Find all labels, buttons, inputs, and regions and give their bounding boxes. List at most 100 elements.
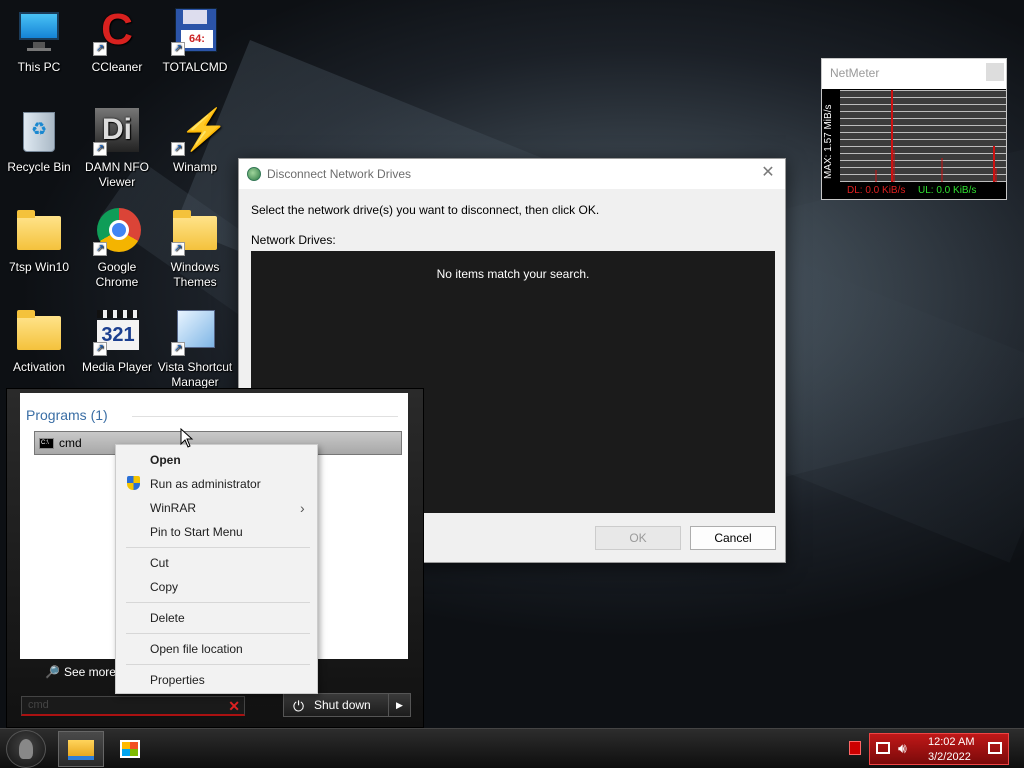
desktop-icon-7tsp-win10[interactable]: 7tsp Win10 <box>0 208 78 275</box>
netmeter-close-button[interactable] <box>986 63 1004 81</box>
volume-icon[interactable]: 🔊︎ <box>898 740 907 757</box>
menu-separator <box>126 602 310 603</box>
dialog-titlebar[interactable]: Disconnect Network Drives ✕ <box>239 159 785 189</box>
store-button[interactable] <box>110 731 150 767</box>
shortcut-arrow-icon: ↗ <box>93 142 107 156</box>
menu-item-properties[interactable]: Properties <box>150 670 205 690</box>
desktop-icon-label: Media Player <box>81 360 153 374</box>
file-explorer-icon <box>68 740 94 760</box>
desktop-icon-damn-nfo-viewer[interactable]: Di ↗ DAMN NFO Viewer <box>78 108 156 190</box>
shortcut-arrow-icon: ↗ <box>93 342 107 356</box>
network-icon[interactable] <box>876 742 890 754</box>
cancel-button[interactable]: Cancel <box>690 526 776 550</box>
desktop-icon-label: Activation <box>12 360 66 374</box>
taskbar: 🔊︎ 12:02 AM 3/2/2022 <box>0 728 1024 768</box>
menu-item-open[interactable]: Open <box>150 450 181 470</box>
desktop-icon-media-player[interactable]: 321 ↗ Media Player <box>78 308 156 375</box>
system-tray: 🔊︎ 12:02 AM 3/2/2022 <box>869 733 1009 765</box>
empty-list-text: No items match your search. <box>436 267 590 281</box>
desktop-icon-google-chrome[interactable]: ↗ Google Chrome <box>78 208 156 290</box>
shortcut-arrow-icon: ↗ <box>93 42 107 56</box>
chrome-icon: ↗ <box>93 208 141 256</box>
mouse-cursor-icon <box>180 428 194 448</box>
store-icon <box>120 740 140 758</box>
start-button[interactable] <box>6 730 46 768</box>
dialog-close-button[interactable]: ✕ <box>759 164 777 182</box>
dialog-title: Disconnect Network Drives <box>267 167 412 181</box>
shortcut-arrow-icon: ↗ <box>171 342 185 356</box>
folder-icon <box>15 308 63 356</box>
desktop-icon-ccleaner[interactable]: C ↗ CCleaner <box>78 8 156 75</box>
winamp-icon: ⚡ ↗ <box>171 108 229 156</box>
menu-separator <box>126 633 310 634</box>
shortcut-arrow-icon: ↗ <box>93 242 107 256</box>
desktop-icon-this-pc[interactable]: This PC <box>0 8 78 75</box>
clock-date[interactable]: 3/2/2022 <box>928 751 971 763</box>
desktop-icon-label: Winamp <box>172 160 217 174</box>
desktop-icon-label: TOTALCMD <box>162 60 228 74</box>
desktop-icon-label: Vista Shortcut Manager <box>157 360 233 389</box>
shortcut-arrow-icon: ↗ <box>171 142 185 156</box>
menu-item-run-as-administrator[interactable]: Run as administrator <box>150 474 261 494</box>
submenu-arrow-icon: › <box>300 500 305 516</box>
cmd-icon-text: C:\ <box>41 440 49 446</box>
desktop-icon-vista-shortcut-manager[interactable]: ↗ Vista Shortcut Manager <box>156 308 234 390</box>
nfo-viewer-icon: Di ↗ <box>93 108 141 156</box>
shut-down-button[interactable]: ⏻ Shut down ▶ <box>283 693 411 717</box>
netmeter-widget[interactable]: NetMeter MAX: 1.57 MiB/s DL: 0.0 KiB/s U… <box>821 58 1007 200</box>
desktop-icon-label: Windows Themes <box>170 260 220 289</box>
cmd-icon: C:\ <box>39 438 54 449</box>
media-player-icon: 321 ↗ <box>93 308 141 356</box>
menu-item-cut[interactable]: Cut <box>150 553 169 573</box>
search-input-value: cmd <box>28 699 49 711</box>
clock-time[interactable]: 12:02 AM <box>928 736 974 748</box>
shut-down-label: Shut down <box>314 698 371 712</box>
desktop-icon-windows-themes[interactable]: ↗ Windows Themes <box>156 208 234 290</box>
netmeter-graph <box>840 90 1006 182</box>
desktop-icon-label: Google Chrome <box>95 260 139 289</box>
menu-separator <box>126 664 310 665</box>
desktop-icon-label: CCleaner <box>91 60 143 74</box>
desktop-icon-label: This PC <box>17 60 61 74</box>
folder-icon <box>15 208 63 256</box>
shut-down-options-arrow[interactable]: ▶ <box>388 694 410 716</box>
power-icon: ⏻ <box>293 698 305 714</box>
search-icon: 🔎 <box>45 665 60 679</box>
menu-item-open-file-location[interactable]: Open file location <box>150 639 243 659</box>
desktop-icon-winamp[interactable]: ⚡ ↗ Winamp <box>156 108 234 175</box>
file-explorer-button[interactable] <box>58 731 104 767</box>
ccleaner-icon: C ↗ <box>93 8 141 56</box>
desktop-icon-label: Recycle Bin <box>7 160 71 174</box>
notification-flag-icon[interactable] <box>849 741 861 755</box>
desktop-icon-label: 7tsp Win10 <box>8 260 70 274</box>
clear-search-icon[interactable]: ✕ <box>228 698 240 715</box>
menu-item-delete[interactable]: Delete <box>150 608 185 628</box>
menu-item-pin-to-start-menu[interactable]: Pin to Start Menu <box>150 522 243 542</box>
netmeter-titlebar[interactable]: NetMeter <box>822 59 1006 89</box>
netmeter-traffic-lines <box>875 90 997 182</box>
ok-button[interactable]: OK <box>595 526 681 550</box>
folder-icon: ↗ <box>171 208 219 256</box>
desktop-icon-label: DAMN NFO Viewer <box>85 160 149 189</box>
menu-item-copy[interactable]: Copy <box>150 577 178 597</box>
desktop-icon-totalcmd[interactable]: 64: ↗ TOTALCMD <box>156 8 234 75</box>
network-drives-label: Network Drives: <box>251 233 336 247</box>
desktop-icon-activation[interactable]: Activation <box>0 308 78 375</box>
start-search-input[interactable]: cmd ✕ <box>21 696 245 716</box>
search-result-label: cmd <box>59 436 82 450</box>
desktop-icon-recycle-bin[interactable]: ♻ Recycle Bin <box>0 108 78 175</box>
netmeter-download: DL: 0.0 KiB/s <box>847 185 906 196</box>
programs-section-header: Programs (1) <box>26 407 108 423</box>
menu-item-winrar[interactable]: WinRAR <box>150 498 196 518</box>
netmeter-title: NetMeter <box>830 66 880 80</box>
action-center-icon[interactable] <box>988 742 1002 754</box>
netmeter-upload: UL: 0.0 KiB/s <box>918 185 977 196</box>
computer-icon <box>15 8 63 56</box>
shortcut-arrow-icon: ↗ <box>171 42 185 56</box>
totalcmd-badge: 64: <box>181 30 213 48</box>
netmeter-max-label: MAX: 1.57 MiB/s <box>823 104 834 179</box>
recycle-bin-icon: ♻ <box>15 108 63 156</box>
section-divider <box>132 416 398 417</box>
start-orb-icon <box>19 739 33 759</box>
network-drive-icon <box>247 167 261 181</box>
